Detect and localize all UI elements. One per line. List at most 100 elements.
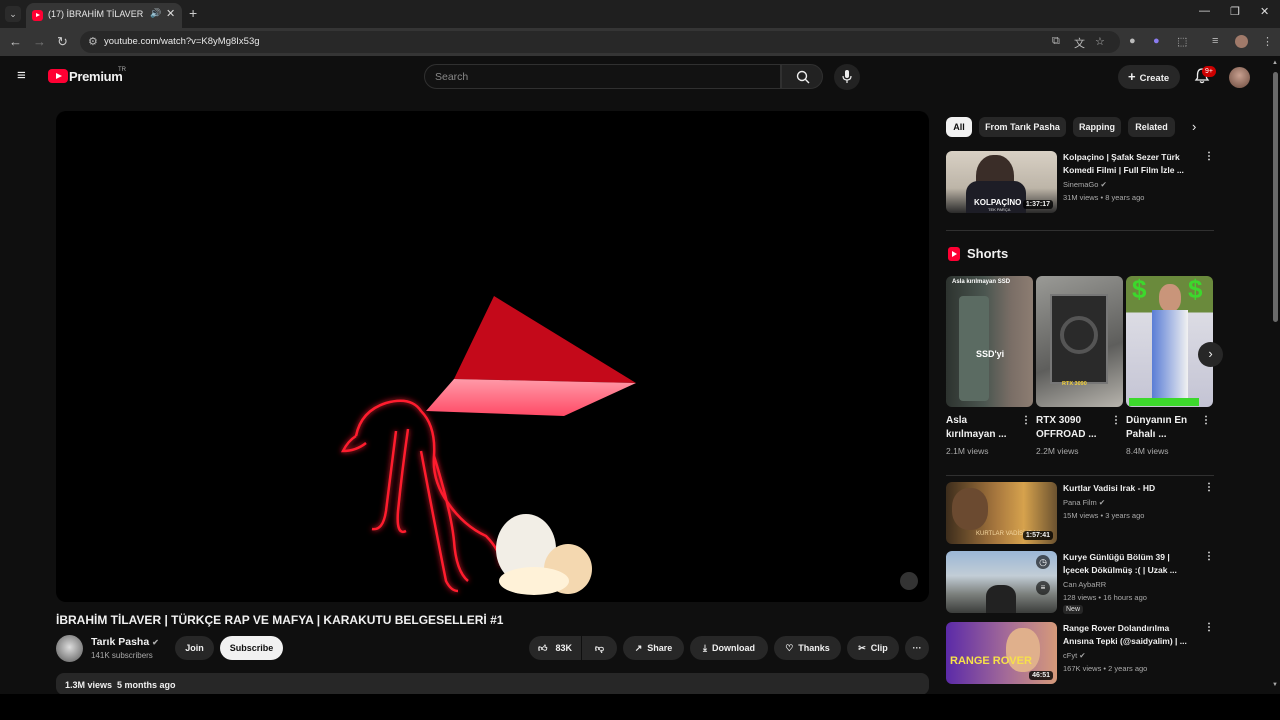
channel-name-text: SinemaGo <box>1063 180 1099 189</box>
restore-icon[interactable]: ❐ <box>1230 5 1240 18</box>
thanks-label: Thanks <box>798 643 830 653</box>
video-thumbnail[interactable]: RANGE ROVER 46:51 <box>946 622 1057 684</box>
shorts-next-button[interactable]: › <box>1198 342 1223 367</box>
divider <box>946 475 1214 476</box>
logo-text[interactable]: Premium <box>69 69 123 84</box>
short-thumbnail[interactable]: $ $ <box>1126 276 1213 407</box>
short-title[interactable]: Dünyanın En Pahalı ... <box>1126 414 1198 442</box>
short-thumbnail-text: $ <box>1132 276 1147 304</box>
hamburger-menu-icon[interactable]: ≡ <box>17 68 26 83</box>
address-bar[interactable]: ⚙ youtube.com/watch?v=K8yMg8Ix53g <box>80 31 1120 53</box>
verified-icon: ✔ <box>152 638 159 647</box>
channel-avatar[interactable] <box>56 635 83 662</box>
dislike-button[interactable]: 👎︎ <box>582 636 617 660</box>
video-meta: 15M views • 3 years ago <box>1063 511 1145 520</box>
clip-button[interactable]: ✂ Clip <box>847 636 899 660</box>
video-thumbnail[interactable]: KOLPAÇİNO TEK PARÇA 1:37:17 <box>946 151 1057 213</box>
voice-search-button[interactable] <box>834 64 860 90</box>
more-options-icon[interactable]: ⋮ <box>1204 552 1214 562</box>
video-title-link[interactable]: Kolpaçino | Şafak Sezer Türk Komedi Film… <box>1063 151 1187 177</box>
subscribe-button[interactable]: Subscribe <box>220 636 283 660</box>
site-info-icon[interactable]: ⚙ <box>88 35 98 48</box>
search-input[interactable]: Search <box>424 64 781 89</box>
short-thumbnail[interactable]: RTX 3090 <box>1036 276 1123 407</box>
video-meta: 167K views • 2 years ago <box>1063 664 1148 673</box>
page-scrollbar[interactable]: ▲ ▼ <box>1271 58 1280 694</box>
more-options-icon[interactable]: ⋮ <box>1111 416 1121 426</box>
recommended-video[interactable]: KURTLAR VADİSİ IRAK 1:57:41 Kurtlar Vadi… <box>946 482 1216 546</box>
join-button[interactable]: Join <box>175 636 214 660</box>
subscriber-count: 141K subscribers <box>91 651 153 660</box>
reload-icon[interactable]: ↻ <box>57 34 68 50</box>
bookmark-star-icon[interactable]: ☆ <box>1095 35 1105 48</box>
youtube-logo-icon[interactable] <box>48 69 68 83</box>
video-title-link[interactable]: Range Rover Dolandırılma Anısına Tepki (… <box>1063 622 1187 648</box>
recommended-video[interactable]: RANGE ROVER 46:51 Range Rover Dolandırıl… <box>946 622 1216 686</box>
chip-from-channel[interactable]: From Tarık Pasha <box>979 117 1066 137</box>
video-title-link[interactable]: Kurtlar Vadisi Irak - HD <box>1063 482 1187 495</box>
video-player[interactable] <box>56 111 929 602</box>
close-tab-icon[interactable]: ✕ <box>166 7 175 20</box>
chip-rapping[interactable]: Rapping <box>1073 117 1121 137</box>
profile-avatar-icon[interactable] <box>1235 35 1248 48</box>
video-thumbnail[interactable]: KURTLAR VADİSİ IRAK 1:57:41 <box>946 482 1057 544</box>
extension-dot-icon[interactable]: ● <box>1129 35 1136 47</box>
more-actions-button[interactable]: ··· <box>905 636 929 660</box>
tab-search-button[interactable]: ⌄ <box>5 6 21 22</box>
create-label: Create <box>1139 73 1170 84</box>
description-box[interactable]: 1.3M views 5 months ago <box>56 673 929 695</box>
channel-name[interactable]: cFyt ✔ <box>1063 651 1086 660</box>
cast-icon[interactable]: ⧉ <box>1052 35 1060 48</box>
more-options-icon[interactable]: ⋮ <box>1204 483 1214 493</box>
scroll-down-icon[interactable]: ▼ <box>1272 682 1278 688</box>
video-title-link[interactable]: Kurye Günlüğü Bölüm 39 | İçecek Dökülmüş… <box>1063 551 1187 577</box>
translate-icon[interactable]: 文 <box>1074 35 1085 51</box>
short-title[interactable]: Asla kırılmayan ... <box>946 414 1018 442</box>
media-control-icon[interactable]: ≡ <box>1212 35 1218 47</box>
more-options-icon[interactable]: ⋮ <box>1204 623 1214 633</box>
add-to-queue-icon[interactable]: ≡ <box>1036 581 1050 595</box>
share-button[interactable]: ↗ Share <box>623 636 684 660</box>
watch-later-icon[interactable]: ◷ <box>1036 555 1050 569</box>
shorts-logo-icon <box>948 247 960 261</box>
like-button[interactable]: 👍︎ 83K <box>529 636 581 660</box>
new-tab-button[interactable]: + <box>189 5 197 21</box>
window-close-icon[interactable]: ✕ <box>1260 5 1269 18</box>
video-thumbnail[interactable]: ◷ ≡ <box>946 551 1057 613</box>
browser-menu-icon[interactable]: ⋮ <box>1262 35 1273 48</box>
more-options-icon[interactable]: ⋮ <box>1021 416 1031 426</box>
thanks-icon: ♡ <box>785 643 794 653</box>
scroll-up-icon[interactable]: ▲ <box>1272 60 1278 66</box>
channel-name[interactable]: Tarık Pasha ✔ <box>91 636 159 648</box>
back-icon[interactable]: ← <box>9 34 22 49</box>
channel-name[interactable]: Can AybaRR <box>1063 580 1106 589</box>
scrollbar-thumb[interactable] <box>1273 72 1278 322</box>
forward-icon[interactable]: → <box>33 34 46 49</box>
download-button[interactable]: ⤓ Download <box>690 636 768 660</box>
speaker-icon[interactable]: 🔊 <box>150 8 161 19</box>
video-duration: 1:57:41 <box>1022 531 1053 540</box>
chevron-right-icon[interactable]: › <box>1192 119 1196 134</box>
minimize-icon[interactable]: — <box>1199 5 1210 17</box>
recommended-video[interactable]: ◷ ≡ Kurye Günlüğü Bölüm 39 | İçecek Dökü… <box>946 551 1216 615</box>
short-thumbnail[interactable]: Asla kırılmayan SSD SSD'yi <box>946 276 1033 407</box>
chip-all[interactable]: All <box>946 117 972 137</box>
search-button[interactable] <box>781 64 823 89</box>
channel-name[interactable]: SinemaGo ✔ <box>1063 180 1107 189</box>
recommended-video[interactable]: KOLPAÇİNO TEK PARÇA 1:37:17 Kolpaçino | … <box>946 151 1216 215</box>
account-avatar[interactable] <box>1229 67 1250 88</box>
channel-name[interactable]: Pana Film ✔ <box>1063 498 1105 507</box>
browser-tab-active[interactable]: (17) İBRAHİM TİLAVER | TÜRKÇE RAP VE MAF… <box>26 3 182 28</box>
view-count: 1.3M views <box>65 680 113 690</box>
create-button[interactable]: + Create <box>1118 65 1180 89</box>
upload-age: 5 months ago <box>117 680 176 690</box>
verified-icon: ✔ <box>1079 651 1086 660</box>
extensions-puzzle-icon[interactable]: ⬚ <box>1177 35 1187 48</box>
more-options-icon[interactable]: ⋮ <box>1201 416 1211 426</box>
short-title[interactable]: RTX 3090 OFFROAD ... <box>1036 414 1108 442</box>
short-thumbnail-top-text: Asla kırılmayan SSD <box>952 279 1011 285</box>
discord-extension-icon[interactable]: ● <box>1153 35 1160 47</box>
more-options-icon[interactable]: ⋮ <box>1204 152 1214 162</box>
thanks-button[interactable]: ♡ Thanks <box>774 636 841 660</box>
chip-related[interactable]: Related <box>1128 117 1175 137</box>
